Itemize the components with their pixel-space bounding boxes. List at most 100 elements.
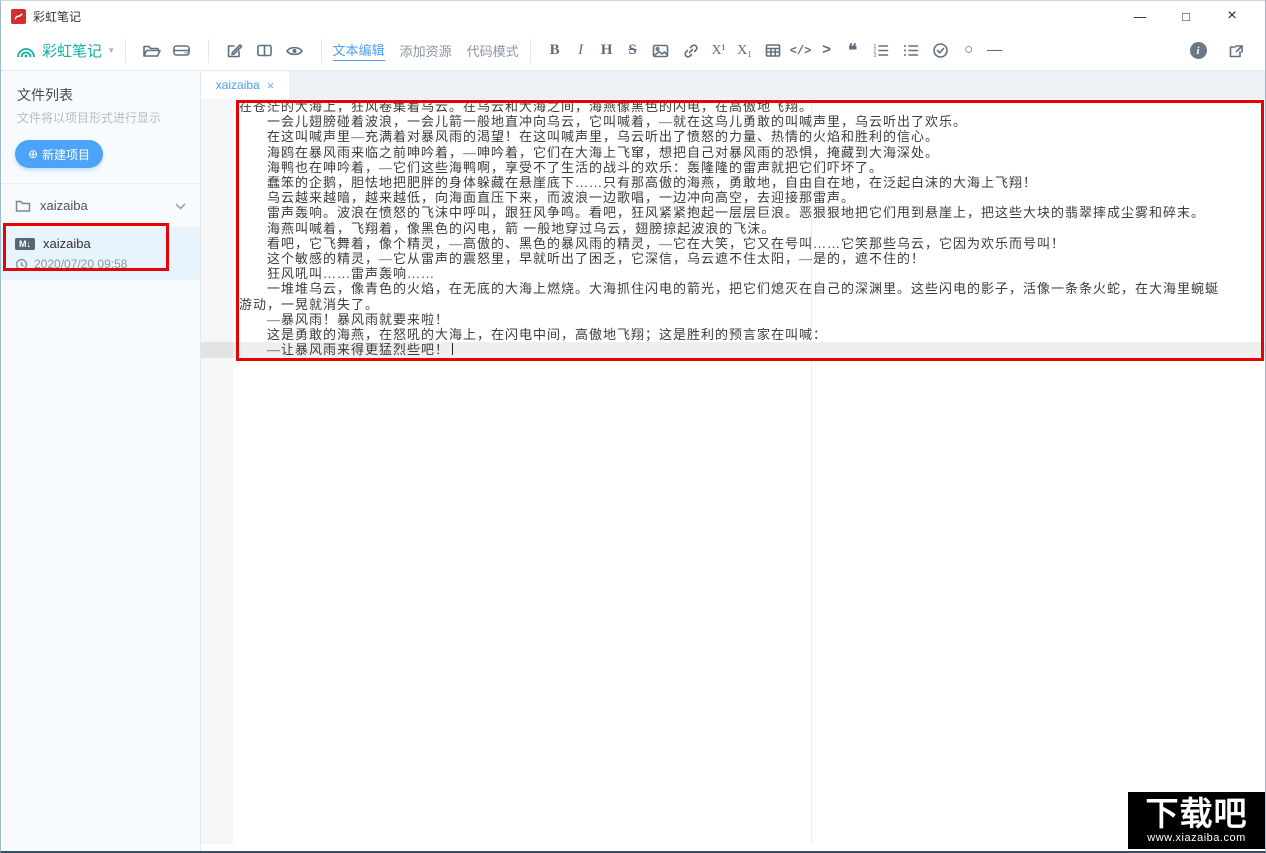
ordered-list-button[interactable]: 123: [866, 36, 896, 66]
divider: [320, 38, 322, 63]
toolbar: 彩虹笔记 ▾ 文本编辑 添加资源 代码模式 B I H S X¹ X₁ </> …: [1, 31, 1265, 71]
chevron-down-icon: ▾: [109, 45, 114, 55]
editor-line: 雷声轰响。波浪在愤怒的飞沫中呼叫，跟狂风争鸣。看吧，狂风紧紧抱起一层层巨浪。恶狠…: [267, 205, 1206, 221]
circle-button[interactable]: ○: [956, 36, 982, 66]
insert-image-button[interactable]: [646, 36, 676, 66]
info-icon: i: [1189, 42, 1207, 59]
editor-line: 海鸭也在呻吟着，—它们这些海鸭啊，享受不了生活的战斗的欢乐：轰隆隆的雷声就把它们…: [267, 159, 884, 175]
italic-button[interactable]: I: [568, 36, 594, 66]
text-cursor: [452, 343, 454, 356]
svg-text:3: 3: [874, 53, 877, 58]
editor-line: 乌云越来越暗，越来越低，向海面直压下来，而波浪一边歌唱，一边冲向高空，去迎接那雷…: [267, 190, 856, 206]
edit-mode-button[interactable]: [220, 36, 250, 66]
share-icon: [1229, 44, 1243, 57]
editor-line: —暴风雨！暴风雨就要来啦！: [267, 311, 450, 327]
editor-line-current: —让暴风雨来得更猛烈些吧！: [239, 342, 1219, 357]
editor-line: 在苍茫的大海上，狂风卷集着乌云。在乌云和大海之间，海燕像黑色的闪电，在高傲地飞翔…: [239, 99, 814, 114]
editor-line: 这个敏感的精灵，—它从雷声的震怒里，早就听出了困乏，它深信，乌云遮不住太阳，—是…: [267, 251, 926, 267]
check-circle-icon: [933, 43, 948, 58]
file-name: xaizaiba: [43, 236, 91, 251]
divider: [124, 38, 126, 63]
quote-button[interactable]: ❝: [840, 36, 866, 66]
horizontal-rule-button[interactable]: —: [982, 36, 1008, 66]
app-name: 彩虹笔记: [42, 43, 103, 60]
split-view-button[interactable]: [250, 36, 280, 66]
editor-line-text: —让暴风雨来得更猛烈些吧！: [267, 342, 450, 358]
sidebar-title: 文件列表: [17, 87, 73, 103]
editor-line: 一会儿翅膀碰着波浪，一会儿箭一般地直冲向乌云，它叫喊着，—就在这鸟儿勇敢的叫喊声…: [267, 114, 968, 130]
editor-line: 海鸥在暴风雨来临之前呻吟着，—呻吟着，它们在大海上飞窜，想把自己对暴风雨的恐惧，…: [267, 144, 940, 160]
insert-table-button[interactable]: [758, 36, 788, 66]
code-button[interactable]: </>: [788, 36, 814, 66]
strikethrough-button[interactable]: S: [620, 36, 646, 66]
drive-icon: [173, 45, 190, 56]
editor-line: 海燕叫喊着，飞翔着，像黑色的闪电，箭 一般地穿过乌云，翅膀掠起波浪的飞沫。: [267, 220, 776, 236]
eye-icon: [286, 46, 303, 55]
edit-icon: [227, 43, 243, 57]
share-button[interactable]: [1221, 36, 1251, 66]
editor-line: 看吧，它飞舞着，像个精灵，—高傲的、黑色的暴风雨的精灵，—它在大笑，它又在号叫……: [267, 235, 1066, 251]
minimize-button[interactable]: —: [1117, 1, 1163, 31]
sidebar-subtitle: 文件将以项目形式进行显示: [17, 111, 162, 125]
file-timestamp: 2020/07/20 09:58: [34, 257, 128, 271]
editor-line: 蠢笨的企鹅，胆怯地把肥胖的身体躲藏在悬崖底下……只有那高傲的海燕，勇敢地，自由自…: [267, 175, 1038, 191]
table-icon: [765, 44, 780, 57]
editor-gutter: [201, 99, 233, 844]
editor-line: 在这叫喊声里—充满着对暴风雨的渴望！在这叫喊声里，乌云听出了愤怒的力量、热情的火…: [267, 129, 940, 145]
bold-button[interactable]: B: [542, 36, 568, 66]
info-button[interactable]: i: [1183, 36, 1213, 66]
heading-button[interactable]: H: [594, 36, 620, 66]
new-project-label: 新建项目: [42, 147, 91, 162]
tab-xaizaiba[interactable]: xaizaiba ×: [201, 71, 289, 99]
chevron-down-icon[interactable]: [175, 197, 186, 215]
task-list-button[interactable]: [926, 36, 956, 66]
link-icon: [683, 43, 698, 58]
columns-icon: [257, 44, 272, 57]
tab-label: xaizaiba: [215, 78, 260, 92]
editor-line: 狂风吼叫……雷声轰响……: [267, 266, 436, 282]
gutter-current-line-marker: [201, 342, 233, 358]
editor-body: 在苍茫的大海上，狂风卷集着乌云。在乌云和大海之间，海燕像黑色的闪电，在高傲地飞翔…: [201, 99, 1265, 851]
title-bar: 彩虹笔记 — □ ×: [1, 1, 1265, 31]
app-menu[interactable]: 彩虹笔记 ▾: [15, 40, 114, 61]
sidebar-folder-xaizaiba[interactable]: xaizaiba: [1, 184, 200, 228]
tab-text-edit[interactable]: 文本编辑: [332, 40, 385, 61]
watermark-logo: 下载吧: [1145, 795, 1248, 832]
divider: [207, 38, 209, 63]
folder-icon: [15, 200, 31, 212]
text-editor-content[interactable]: 在苍茫的大海上，狂风卷集着乌云。在乌云和大海之间，海燕像黑色的闪电，在高傲地飞翔…: [239, 99, 1219, 357]
markdown-file-icon: M↓: [15, 237, 35, 250]
plus-circle-icon: ⊕: [27, 147, 39, 161]
tab-close-icon[interactable]: ×: [267, 78, 275, 93]
clock-icon: [15, 258, 28, 270]
close-button[interactable]: ×: [1209, 1, 1255, 31]
folder-name: xaizaiba: [40, 198, 88, 213]
open-folder-button[interactable]: [137, 36, 167, 66]
subscript-button[interactable]: X₁: [732, 36, 758, 66]
sidebar-file-xaizaiba[interactable]: M↓ xaizaiba 2020/07/20 09:58: [1, 228, 200, 280]
image-icon: [652, 44, 669, 57]
watermark-url: www.xiazaiba.com: [1147, 832, 1246, 844]
editor-area: xaizaiba × 在苍茫的大海上，狂风卷集着乌云。在乌云和大海之间，海燕像黑…: [201, 71, 1265, 851]
blockquote-button[interactable]: >: [814, 36, 840, 66]
tab-bar: xaizaiba ×: [201, 71, 1265, 99]
watermark: 下载吧 www.xiazaiba.com: [1128, 792, 1265, 849]
superscript-button[interactable]: X¹: [706, 36, 732, 66]
editor-line: 这是勇敢的海燕，在怒吼的大海上，在闪电中间，高傲地飞翔；这是胜利的预言家在叫喊：: [267, 327, 828, 343]
tab-code-mode[interactable]: 代码模式: [467, 41, 519, 60]
insert-link-button[interactable]: [676, 36, 706, 66]
bullet-list-icon: [904, 45, 919, 56]
tab-add-resource[interactable]: 添加资源: [400, 41, 452, 60]
editor-line: 一堆堆乌云，像青色的火焰，在无底的大海上燃烧。大海抓住闪电的箭光，把它们熄灭在自…: [239, 281, 1220, 312]
new-project-button[interactable]: ⊕ 新建项目: [15, 140, 103, 168]
app-window: 彩虹笔记 — □ × 彩虹笔记 ▾ 文本编辑 添加资源 代码模式 B I H S…: [0, 0, 1266, 853]
bullet-list-button[interactable]: [896, 36, 926, 66]
ordered-list-icon: 123: [874, 44, 889, 58]
app-logo-icon: [11, 8, 26, 24]
preview-button[interactable]: [280, 36, 310, 66]
folder-open-icon: [143, 45, 161, 57]
window-title: 彩虹笔记: [33, 9, 82, 24]
save-drive-button[interactable]: [167, 36, 197, 66]
maximize-button[interactable]: □: [1163, 1, 1209, 31]
divider: [529, 38, 531, 63]
